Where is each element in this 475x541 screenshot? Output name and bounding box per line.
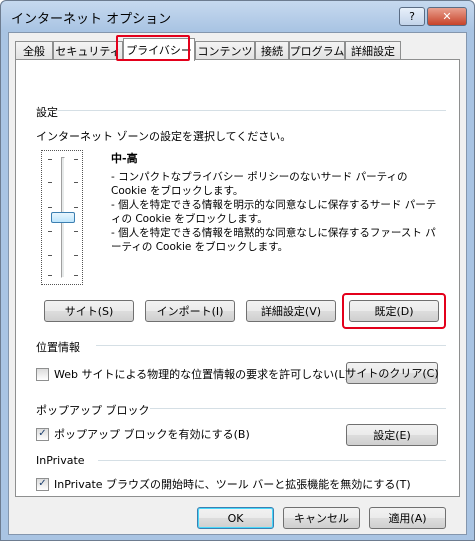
tab-content[interactable]: コンテンツ xyxy=(195,41,255,60)
window-title: インターネット オプション xyxy=(11,12,172,27)
close-button[interactable]: ✕ xyxy=(427,7,467,26)
slider-tick xyxy=(48,159,52,160)
cancel-button[interactable]: キャンセル xyxy=(283,507,360,529)
dialog-client-area: 全般 セキュリティ プライバシー コンテンツ 接続 プログラム 詳細設定 設定 … xyxy=(8,32,467,535)
description-line: - コンパクトなプライバシー ポリシーのないサード パーティの Cookie を… xyxy=(111,171,408,197)
slider-tick xyxy=(74,207,78,208)
inprivate-group-line xyxy=(98,460,446,461)
slider-tick xyxy=(74,255,78,256)
sites-button[interactable]: サイト(S) xyxy=(44,300,134,322)
tab-general[interactable]: 全般 xyxy=(15,41,53,60)
slider-tick xyxy=(74,231,78,232)
popup-settings-button[interactable]: 設定(E) xyxy=(346,424,438,446)
checkmark-icon: ✓ xyxy=(38,428,47,439)
slider-tick xyxy=(74,159,78,160)
description-line: - 個人を特定できる情報を明示的な同意なしに保存するサード パーティの Cook… xyxy=(111,199,437,225)
dialog-window: インターネット オプション ? ✕ 全般 セキュリティ プライバシー コンテンツ… xyxy=(0,0,475,541)
inprivate-checkbox[interactable]: ✓ xyxy=(36,477,49,491)
privacy-level-description: - コンパクトなプライバシー ポリシーのないサード パーティの Cookie を… xyxy=(111,170,441,254)
tab-connections[interactable]: 接続 xyxy=(255,41,289,60)
help-button[interactable]: ? xyxy=(399,7,425,26)
tab-advanced[interactable]: 詳細設定 xyxy=(345,41,401,60)
popup-checkbox-label: ポップアップ ブロックを有効にする(B) xyxy=(54,428,250,441)
popup-checkbox[interactable]: ✓ xyxy=(36,427,49,441)
slider-thumb[interactable] xyxy=(51,212,75,223)
zone-instruction: インターネット ゾーンの設定を選択してください。 xyxy=(36,130,292,143)
slider-tick xyxy=(74,182,78,183)
ok-button[interactable]: OK xyxy=(197,507,274,529)
slider-tick xyxy=(48,231,52,232)
popup-checkbox-row[interactable]: ✓ ポップアップ ブロックを有効にする(B) xyxy=(36,426,250,442)
settings-group-label: 設定 xyxy=(36,104,58,120)
checkmark-icon: ✓ xyxy=(38,478,47,489)
slider-tick xyxy=(48,255,52,256)
privacy-level-slider[interactable] xyxy=(41,150,83,285)
advanced-settings-button[interactable]: 詳細設定(V) xyxy=(246,300,336,322)
slider-tick xyxy=(48,207,52,208)
location-checkbox-row[interactable]: Web サイトによる物理的な位置情報の要求を許可しない(L) xyxy=(36,366,349,382)
privacy-level-title: 中-高 xyxy=(111,152,138,165)
slider-tick xyxy=(74,275,78,276)
location-group-line xyxy=(96,345,446,346)
popup-group-line xyxy=(128,408,446,409)
slider-tick xyxy=(48,275,52,276)
privacy-panel: 設定 インターネット ゾーンの設定を選択してください。 中-高 - コンパクトな… xyxy=(15,59,460,497)
apply-button[interactable]: 適用(A) xyxy=(369,507,446,529)
location-checkbox[interactable] xyxy=(36,367,49,381)
inprivate-checkbox-row[interactable]: ✓ InPrivate ブラウズの開始時に、ツール バーと拡張機能を無効にする(… xyxy=(36,476,411,492)
slider-tick xyxy=(48,182,52,183)
popup-group-label: ポップアップ ブロック xyxy=(36,402,150,418)
import-button[interactable]: インポート(I) xyxy=(145,300,235,322)
default-button-highlight xyxy=(342,293,446,329)
location-checkbox-label: Web サイトによる物理的な位置情報の要求を許可しない(L) xyxy=(54,368,349,381)
title-bar[interactable]: インターネット オプション ? ✕ xyxy=(1,1,474,31)
location-group-label: 位置情報 xyxy=(36,339,80,355)
tab-security[interactable]: セキュリティ xyxy=(53,41,123,60)
settings-group-line xyxy=(56,110,446,111)
close-icon: ✕ xyxy=(442,10,452,23)
description-line: - 個人を特定できる情報を暗黙的な同意なしに保存するファースト パーティの Co… xyxy=(111,227,436,253)
tab-programs[interactable]: プログラム xyxy=(289,41,345,60)
privacy-tab-highlight xyxy=(116,35,190,61)
inprivate-checkbox-label: InPrivate ブラウズの開始時に、ツール バーと拡張機能を無効にする(T) xyxy=(54,478,411,491)
clear-sites-button[interactable]: サイトのクリア(C) xyxy=(345,362,439,384)
inprivate-group-label: InPrivate xyxy=(36,454,85,467)
